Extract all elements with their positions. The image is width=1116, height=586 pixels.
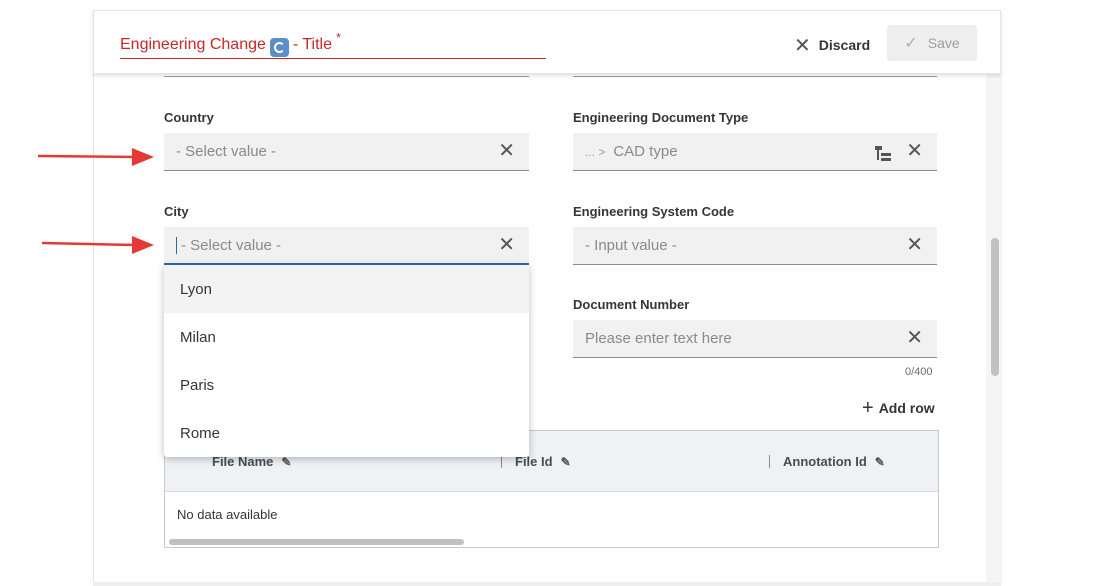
column-header-label: Annotation Id [783, 454, 867, 469]
doc-type-value: CAD type [613, 143, 678, 160]
vertical-scrollbar-thumb[interactable] [991, 238, 999, 376]
panel-bottom-edge [93, 582, 1001, 586]
horizontal-scrollbar-thumb[interactable] [169, 539, 464, 545]
city-label: City [164, 204, 189, 219]
required-marker: * [336, 30, 342, 45]
title-suffix: - Title [292, 35, 333, 53]
clear-icon[interactable]: ✕ [906, 328, 923, 348]
close-icon: ✕ [794, 34, 811, 57]
save-button[interactable]: ✓ Save [887, 25, 977, 61]
annotation-arrow-icon [41, 236, 154, 254]
doc-type-breadcrumb: ... > [585, 144, 606, 159]
doc-number-placeholder: Please enter text here [585, 330, 732, 347]
clear-icon[interactable]: ✕ [498, 235, 515, 255]
plus-icon: + [862, 397, 874, 419]
previous-field-underline [164, 76, 529, 77]
title-input[interactable]: Engineering Change - Title * [120, 30, 546, 59]
title-prefix: Engineering Change [120, 35, 266, 53]
system-code-input[interactable]: - Input value - ✕ [573, 227, 937, 265]
dropdown-option[interactable]: Paris [164, 361, 529, 409]
column-header-annotation-id[interactable]: Annotation Id ✎ [783, 454, 885, 469]
discard-label: Discard [818, 37, 871, 53]
text-cursor [176, 236, 177, 254]
save-label: Save [927, 35, 960, 51]
clear-icon[interactable]: ✕ [498, 141, 515, 161]
doc-number-label: Document Number [573, 297, 690, 312]
city-placeholder: - Select value - [181, 236, 282, 254]
column-resize-handle[interactable] [769, 455, 770, 468]
city-dropdown-list: Lyon Milan Paris Rome [164, 265, 529, 457]
pin-icon[interactable]: ✎ [561, 455, 571, 469]
empty-table-message: No data available [177, 507, 278, 522]
city-select[interactable]: - Select value - ✕ [164, 227, 529, 265]
pin-icon[interactable]: ✎ [875, 455, 885, 469]
sync-icon [269, 38, 289, 57]
doc-type-label: Engineering Document Type [573, 110, 749, 125]
doc-number-input[interactable]: Please enter text here ✕ [573, 320, 937, 358]
country-select[interactable]: - Select value - ✕ [164, 133, 529, 171]
check-icon: ✓ [904, 35, 918, 52]
country-label: Country [164, 110, 214, 125]
dropdown-option[interactable]: Rome [164, 409, 529, 457]
add-row-button[interactable]: + Add row [862, 397, 935, 419]
char-counter: 0/400 [905, 366, 933, 378]
country-placeholder: - Select value - [176, 143, 277, 160]
clear-icon[interactable]: ✕ [906, 141, 923, 161]
dropdown-option[interactable]: Milan [164, 313, 529, 361]
system-code-label: Engineering System Code [573, 204, 735, 219]
doc-type-select[interactable]: ... > CAD type ✕ [573, 133, 937, 171]
previous-field-underline [573, 76, 937, 77]
discard-button[interactable]: ✕ Discard [794, 29, 870, 61]
hierarchy-icon[interactable] [875, 146, 891, 161]
annotation-arrow-icon [37, 148, 154, 166]
system-code-placeholder: - Input value - [585, 237, 677, 254]
clear-icon[interactable]: ✕ [906, 235, 923, 255]
form-header: Engineering Change - Title * ✕ Discard ✓… [93, 10, 1001, 74]
dropdown-option[interactable]: Lyon [164, 265, 529, 313]
add-row-label: Add row [878, 400, 935, 416]
